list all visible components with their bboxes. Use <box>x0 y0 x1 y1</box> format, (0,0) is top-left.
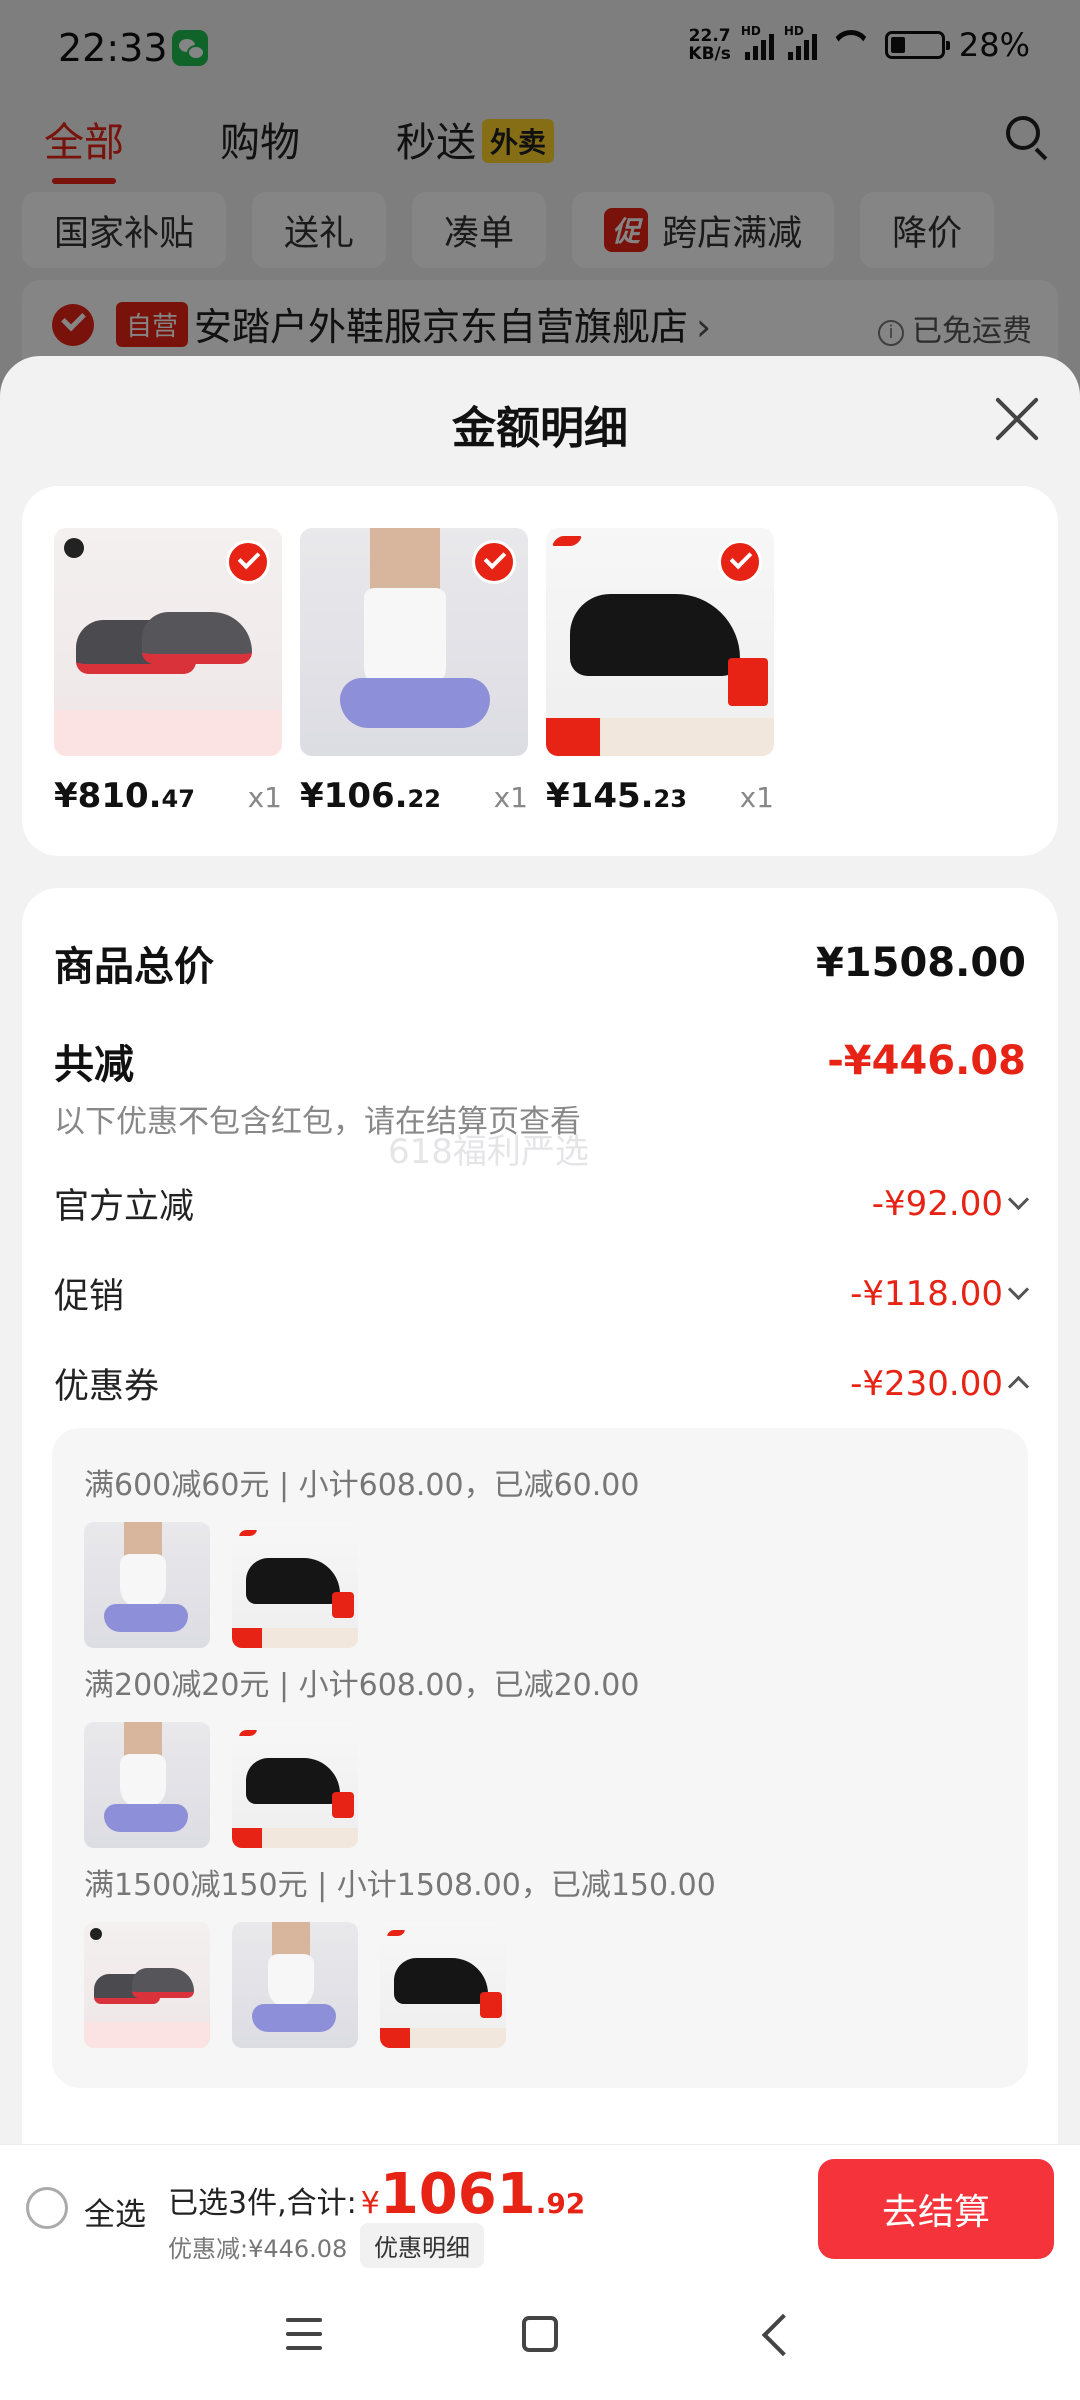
total-reduction-label: 共减 <box>54 1042 134 1088</box>
chevron-up-icon[interactable] <box>1007 1375 1030 1398</box>
promotion-label: 促销 <box>54 1277 125 1317</box>
selected-check-icon[interactable] <box>472 540 516 584</box>
mini-product-image <box>84 1722 210 1848</box>
coupon-products <box>84 1522 358 1648</box>
selected-check-icon[interactable] <box>226 540 270 584</box>
product-price: ¥810.47 <box>54 776 195 816</box>
product-qty: x1 <box>247 781 282 814</box>
sheet-title: 金额明细 <box>452 403 628 454</box>
product-qty: x1 <box>493 781 528 814</box>
coupon-detail-box: 满600减60元 | 小计608.00，已减60.00 满200减20元 | 小… <box>52 1428 1028 2088</box>
price-row: ¥145.23 x1 <box>546 776 774 816</box>
screen: 22:33 22.7 KB/s HD HD 28% 全部 购物 秒送 外卖 国家补… <box>0 0 1080 2400</box>
checkout-button[interactable]: 去结算 <box>818 2159 1054 2259</box>
home-icon[interactable] <box>522 2316 558 2352</box>
total-reduction-row: 共减 -¥446.08 <box>54 1032 1026 1090</box>
menu-icon[interactable] <box>286 2318 322 2352</box>
dim-overlay[interactable] <box>0 0 1080 400</box>
product-item[interactable]: ¥106.22 x1 <box>300 528 528 816</box>
selected-check-icon[interactable] <box>718 540 762 584</box>
mini-product-image <box>380 1922 506 2048</box>
promotion-row[interactable]: 促销 -¥118.00 <box>54 1268 1030 1319</box>
product-item[interactable]: ¥145.23 x1 <box>546 528 774 816</box>
discount-detail-button[interactable]: 优惠明细 <box>360 2223 484 2268</box>
product-image-slide[interactable] <box>300 528 528 756</box>
mini-product-image <box>84 1922 210 2048</box>
chevron-down-icon[interactable] <box>1007 1188 1030 1211</box>
coupon-rule: 满1500减150元 | 小计1508.00，已减150.00 <box>84 1868 716 1903</box>
product-image-gray-sneaker[interactable] <box>54 528 282 756</box>
coupon-rule: 满600减60元 | 小计608.00，已减60.00 <box>84 1468 640 1503</box>
official-discount-label: 官方立减 <box>54 1187 195 1227</box>
mini-product-image <box>232 1522 358 1648</box>
system-nav-bar <box>0 2274 1080 2400</box>
total-price-value: ¥1508.00 <box>815 940 1026 986</box>
mini-product-image <box>84 1522 210 1648</box>
total-price-label: 商品总价 <box>54 944 214 990</box>
price-row: ¥106.22 x1 <box>300 776 528 816</box>
selected-summary: 已选3件,合计: ¥ 1061 .92 <box>168 2162 586 2227</box>
product-qty: x1 <box>739 781 774 814</box>
watermark: 618福利严选 <box>388 1132 589 1172</box>
coupon-products <box>84 1722 358 1848</box>
total-amount: 1061 <box>379 2162 536 2227</box>
brand-logo-icon <box>64 538 84 558</box>
coupon-products <box>84 1922 506 2048</box>
mini-product-image <box>232 1722 358 1848</box>
product-price: ¥145.23 <box>546 776 687 816</box>
price-row: ¥810.47 x1 <box>54 776 282 816</box>
discount-summary: 优惠减:¥446.08 <box>168 2235 348 2263</box>
close-icon[interactable] <box>994 396 1040 442</box>
select-all-radio[interactable] <box>26 2187 68 2229</box>
official-discount-row[interactable]: 官方立减 -¥92.00 <box>54 1178 1030 1229</box>
products-card: ¥810.47 x1 ¥106.22 x1 ¥145.23 x1 <box>22 486 1058 856</box>
product-price: ¥106.22 <box>300 776 441 816</box>
amount-detail-sheet: 金额明细 ¥810.47 x1 ¥106.22 x1 ¥145.23 x1 商品… <box>0 356 1080 2188</box>
promotion-amount: -¥118.00 <box>850 1274 1030 1314</box>
chevron-down-icon[interactable] <box>1007 1278 1030 1301</box>
product-item[interactable]: ¥810.47 x1 <box>54 528 282 816</box>
checkout-bar: 全选 已选3件,合计: ¥ 1061 .92 优惠减:¥446.08 优惠明细 … <box>0 2144 1080 2275</box>
select-all-label[interactable]: 全选 <box>84 2189 146 2234</box>
coupon-amount: -¥230.00 <box>850 1364 1030 1404</box>
amount-summary-card: 商品总价 ¥1508.00 共减 -¥446.08 以下优惠不包含红包，请在结算… <box>22 888 1058 2188</box>
official-discount-amount: -¥92.00 <box>872 1184 1030 1224</box>
total-price-row: 商品总价 ¥1508.00 <box>54 934 1026 992</box>
back-icon[interactable] <box>761 2313 805 2357</box>
coupon-row[interactable]: 优惠券 -¥230.00 <box>54 1358 1030 1409</box>
coupon-rule: 满200减20元 | 小计608.00，已减20.00 <box>84 1668 640 1703</box>
mini-product-image <box>232 1922 358 2048</box>
total-reduction-value: -¥446.08 <box>827 1038 1026 1084</box>
coupon-label: 优惠券 <box>54 1367 160 1407</box>
product-image-black-sneaker[interactable] <box>546 528 774 756</box>
brand-logo-icon <box>552 536 582 546</box>
